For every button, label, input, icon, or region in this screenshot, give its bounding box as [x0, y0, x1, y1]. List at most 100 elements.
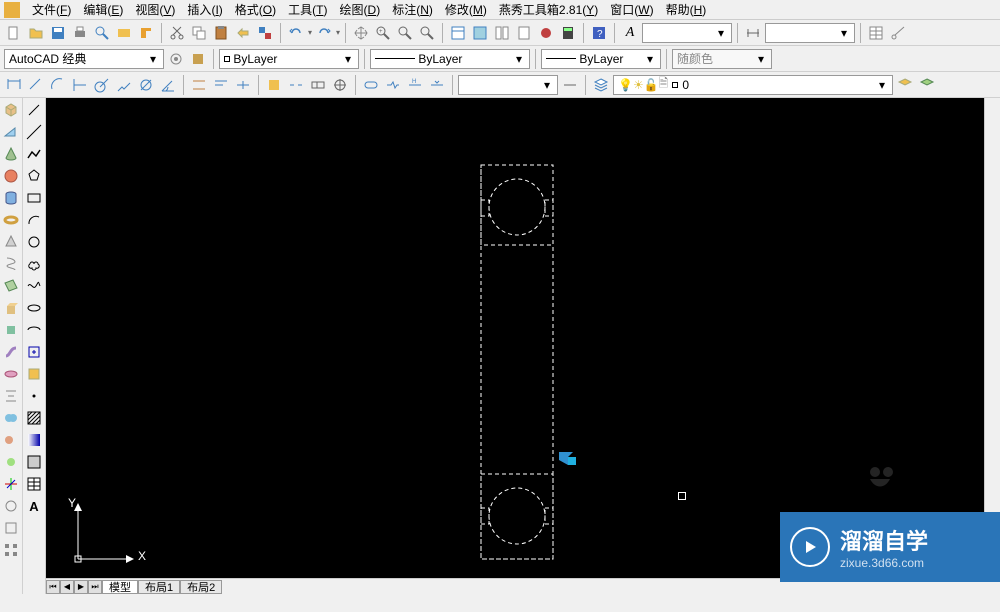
qdim-button[interactable] — [189, 75, 209, 95]
publish-button[interactable] — [114, 23, 134, 43]
dimjoglinear-button[interactable] — [383, 75, 403, 95]
3darray-button[interactable] — [1, 540, 21, 560]
properties-button[interactable] — [448, 23, 468, 43]
tablestyle-button[interactable] — [866, 23, 886, 43]
circle-button[interactable] — [24, 232, 44, 252]
dimordinate-button[interactable] — [70, 75, 90, 95]
zoom-window-button[interactable] — [395, 23, 415, 43]
dimedit-button[interactable]: H — [405, 75, 425, 95]
undo-button[interactable] — [286, 23, 306, 43]
intersect-button[interactable] — [1, 452, 21, 472]
table-button[interactable] — [24, 474, 44, 494]
dimstyle-current-combo[interactable]: ▾ — [458, 75, 558, 95]
revcloud-button[interactable] — [24, 254, 44, 274]
workspace-lock-button[interactable] — [188, 49, 208, 69]
copy-button[interactable] — [189, 23, 209, 43]
3drotate-button[interactable] — [1, 496, 21, 516]
menu-dimension[interactable]: 标注(N) — [386, 0, 439, 20]
dimjogged-button[interactable] — [114, 75, 134, 95]
lineweight-combo[interactable]: ByLayer▾ — [541, 49, 661, 69]
zoom-realtime-button[interactable]: + — [373, 23, 393, 43]
dimangular-button[interactable] — [158, 75, 178, 95]
workspace-combo[interactable]: AutoCAD 经典▾ — [4, 49, 164, 69]
dimbaseline-button[interactable] — [211, 75, 231, 95]
union-button[interactable] — [1, 408, 21, 428]
menu-yanxiu[interactable]: 燕秀工具箱2.81(Y) — [493, 0, 604, 20]
menu-window[interactable]: 窗口(W) — [604, 0, 659, 20]
gradient-button[interactable] — [24, 430, 44, 450]
pline-button[interactable] — [24, 144, 44, 164]
region-button[interactable] — [24, 452, 44, 472]
plot-preview-button[interactable] — [92, 23, 112, 43]
sheet-set-button[interactable] — [514, 23, 534, 43]
dimstyle-combo[interactable]: ▾ — [765, 23, 855, 43]
wedge-button[interactable] — [1, 122, 21, 142]
match-button[interactable] — [233, 23, 253, 43]
box-button[interactable] — [1, 100, 21, 120]
layer-manage-button[interactable] — [591, 75, 611, 95]
help-button[interactable]: ? — [589, 23, 609, 43]
tab-prev-button[interactable]: ◀ — [60, 580, 74, 594]
loft-button[interactable] — [1, 386, 21, 406]
tab-last-button[interactable]: ⏭ — [88, 580, 102, 594]
dimradius-button[interactable] — [92, 75, 112, 95]
ellipsearc-button[interactable] — [24, 320, 44, 340]
menu-modify[interactable]: 修改(M) — [439, 0, 493, 20]
layer-states-button[interactable] — [895, 75, 915, 95]
tab-model[interactable]: 模型 — [102, 580, 138, 594]
mtext-button[interactable]: A — [24, 496, 44, 516]
pan-button[interactable] — [351, 23, 371, 43]
textstyle-combo[interactable]: ▾ — [642, 23, 732, 43]
menu-draw[interactable]: 绘图(D) — [334, 0, 387, 20]
menu-file[interactable]: 文件(F) — [26, 0, 77, 20]
diminspect-button[interactable] — [361, 75, 381, 95]
sweep-button[interactable] — [1, 342, 21, 362]
insert-button[interactable] — [24, 342, 44, 362]
design-center-button[interactable] — [470, 23, 490, 43]
paste-button[interactable] — [211, 23, 231, 43]
ellipse-button[interactable] — [24, 298, 44, 318]
revolve-button[interactable] — [1, 364, 21, 384]
markup-button[interactable] — [536, 23, 556, 43]
subtract-button[interactable] — [1, 430, 21, 450]
workspace-settings-button[interactable] — [166, 49, 186, 69]
linetype-combo[interactable]: ByLayer▾ — [370, 49, 530, 69]
makeblock-button[interactable] — [24, 364, 44, 384]
menu-format[interactable]: 格式(O) — [229, 0, 282, 20]
presspull-button[interactable] — [1, 320, 21, 340]
helix-button[interactable] — [1, 254, 21, 274]
spline-button[interactable] — [24, 276, 44, 296]
layer-previous-button[interactable] — [917, 75, 937, 95]
redo-button[interactable] — [314, 23, 334, 43]
menu-view[interactable]: 视图(V) — [129, 0, 181, 20]
menu-tools[interactable]: 工具(T) — [282, 0, 333, 20]
dimstyle-button[interactable] — [743, 23, 763, 43]
vertical-scrollbar[interactable] — [984, 98, 1000, 578]
tolerance-button[interactable] — [308, 75, 328, 95]
3dalign-button[interactable] — [1, 518, 21, 538]
print-button[interactable] — [70, 23, 90, 43]
new-button[interactable] — [4, 23, 24, 43]
planarsurf-button[interactable] — [1, 276, 21, 296]
menu-insert[interactable]: 插入(I) — [181, 0, 228, 20]
hatch-button[interactable] — [24, 408, 44, 428]
torus-button[interactable] — [1, 210, 21, 230]
dimarc-button[interactable] — [48, 75, 68, 95]
extrude-button[interactable] — [1, 298, 21, 318]
tab-first-button[interactable]: ⏮ — [46, 580, 60, 594]
arc-button[interactable] — [24, 210, 44, 230]
open-button[interactable] — [26, 23, 46, 43]
point-button[interactable] — [24, 386, 44, 406]
xline-button[interactable] — [24, 122, 44, 142]
polygon-button[interactable] — [24, 166, 44, 186]
cylinder-button[interactable] — [1, 188, 21, 208]
dimbreak-button[interactable] — [286, 75, 306, 95]
dimlinear-button[interactable] — [4, 75, 24, 95]
dimtedit-button[interactable] — [427, 75, 447, 95]
menu-edit[interactable]: 编辑(E) — [77, 0, 129, 20]
plotstyle-combo[interactable]: 随颜色▾ — [672, 49, 772, 69]
3ddwf-button[interactable] — [136, 23, 156, 43]
zoom-previous-button[interactable] — [417, 23, 437, 43]
tool-palettes-button[interactable] — [492, 23, 512, 43]
textstyle-button[interactable]: A — [620, 23, 640, 43]
